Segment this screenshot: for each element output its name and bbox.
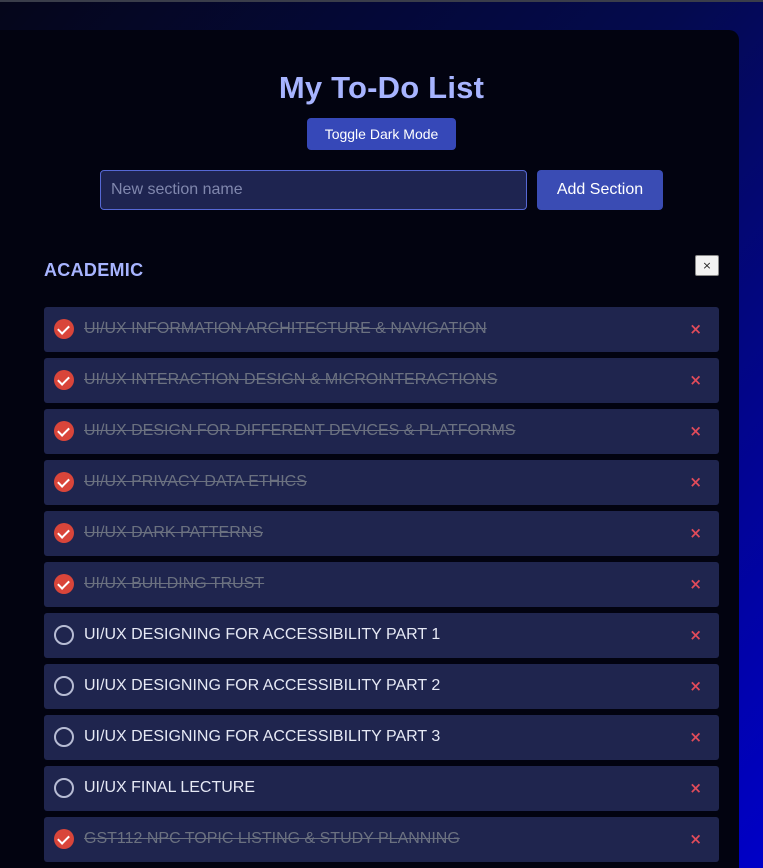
empty-circle-icon[interactable]	[54, 625, 74, 645]
task-item: UI/UX FINAL LECTURE ×	[44, 766, 719, 811]
task-item: UI/UX DESIGN FOR DIFFERENT DEVICES & PLA…	[44, 409, 719, 454]
add-section-button[interactable]: Add Section	[537, 170, 663, 210]
check-circle-icon[interactable]	[54, 472, 74, 492]
check-circle-icon[interactable]	[54, 370, 74, 390]
delete-task-button[interactable]: ×	[689, 320, 702, 338]
task-text: UI/UX INFORMATION ARCHITECTURE & NAVIGAT…	[84, 320, 487, 337]
remove-section-button[interactable]: ×	[695, 255, 719, 276]
task-item: UI/UX INTERACTION DESIGN & MICROINTERACT…	[44, 358, 719, 403]
delete-task-button[interactable]: ×	[689, 422, 702, 440]
task-text: UI/UX DESIGN FOR DIFFERENT DEVICES & PLA…	[84, 422, 516, 439]
delete-task-button[interactable]: ×	[689, 677, 702, 695]
new-section-input[interactable]	[100, 170, 527, 210]
empty-circle-icon[interactable]	[54, 676, 74, 696]
delete-task-button[interactable]: ×	[689, 830, 702, 848]
task-text: UI/UX PRIVACY DATA ETHICS	[84, 473, 307, 490]
window-top-border	[0, 0, 763, 2]
delete-task-button[interactable]: ×	[689, 473, 702, 491]
delete-task-button[interactable]: ×	[689, 779, 702, 797]
task-text: GST112 NPC TOPIC LISTING & STUDY PLANNIN…	[84, 830, 460, 847]
check-circle-icon[interactable]	[54, 829, 74, 849]
task-text: UI/UX INTERACTION DESIGN & MICROINTERACT…	[84, 371, 498, 388]
task-item: UI/UX DESIGNING FOR ACCESSIBILITY PART 3…	[44, 715, 719, 760]
empty-circle-icon[interactable]	[54, 727, 74, 747]
task-item: UI/UX INFORMATION ARCHITECTURE & NAVIGAT…	[44, 307, 719, 352]
toggle-dark-mode-button[interactable]: Toggle Dark Mode	[307, 118, 456, 150]
check-circle-icon[interactable]	[54, 523, 74, 543]
task-text: UI/UX BUILDING TRUST	[84, 575, 265, 592]
task-item: UI/UX DESIGNING FOR ACCESSIBILITY PART 1…	[44, 613, 719, 658]
task-list: UI/UX INFORMATION ARCHITECTURE & NAVIGAT…	[44, 307, 719, 868]
delete-task-button[interactable]: ×	[689, 626, 702, 644]
section-title: ACADEMIC	[44, 260, 144, 280]
task-text: UI/UX DESIGNING FOR ACCESSIBILITY PART 3	[84, 728, 441, 745]
task-text: UI/UX DARK PATTERNS	[84, 524, 263, 541]
task-item: GST112 NPC TOPIC LISTING & STUDY PLANNIN…	[44, 817, 719, 862]
task-text: UI/UX DESIGNING FOR ACCESSIBILITY PART 2	[84, 677, 441, 694]
task-item: UI/UX BUILDING TRUST ×	[44, 562, 719, 607]
task-item: UI/UX DARK PATTERNS ×	[44, 511, 719, 556]
check-circle-icon[interactable]	[54, 574, 74, 594]
empty-circle-icon[interactable]	[54, 778, 74, 798]
check-circle-icon[interactable]	[54, 421, 74, 441]
check-circle-icon[interactable]	[54, 319, 74, 339]
task-text: UI/UX FINAL LECTURE	[84, 779, 255, 796]
delete-task-button[interactable]: ×	[689, 371, 702, 389]
task-text: UI/UX DESIGNING FOR ACCESSIBILITY PART 1	[84, 626, 441, 643]
page-title: My To-Do List	[278, 70, 485, 105]
task-item: UI/UX PRIVACY DATA ETHICS ×	[44, 460, 719, 505]
delete-task-button[interactable]: ×	[689, 524, 702, 542]
delete-task-button[interactable]: ×	[689, 575, 702, 593]
delete-task-button[interactable]: ×	[689, 728, 702, 746]
task-item: UI/UX DESIGNING FOR ACCESSIBILITY PART 2…	[44, 664, 719, 709]
